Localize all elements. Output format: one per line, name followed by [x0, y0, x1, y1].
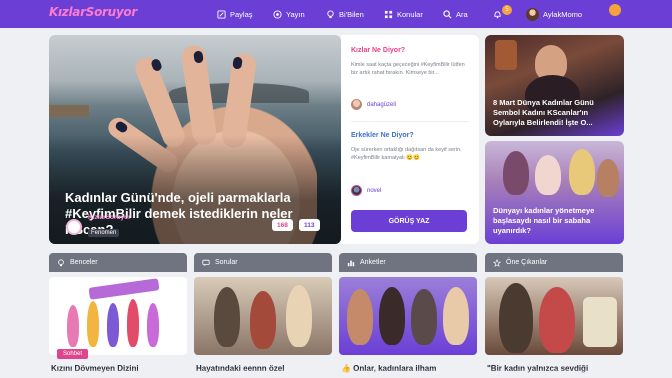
nav-bibilen[interactable]: Bi'Bilen	[326, 0, 364, 28]
nav-broadcast-label: Yayın	[286, 9, 305, 19]
girls-count-badge: 168	[272, 219, 293, 231]
nav-topics-label: Konular	[397, 9, 423, 19]
opinions-panel: Kızlar Ne Diyor? Kimle saat kaçta geçece…	[341, 35, 479, 244]
bulb-icon	[58, 258, 64, 266]
edit-icon	[217, 9, 226, 19]
photo-person	[499, 283, 533, 353]
boys-heading: Erkekler Ne Diyor?	[351, 132, 414, 139]
illustration-person	[67, 305, 79, 347]
category-image[interactable]	[49, 277, 187, 355]
nav-topics[interactable]: Konular	[384, 0, 423, 28]
bottom-fade	[0, 368, 672, 378]
nav-search[interactable]: Ara	[443, 0, 468, 28]
user-menu[interactable]: AylakMomo	[526, 0, 582, 28]
hero-image-dock	[49, 105, 89, 117]
grid-icon	[384, 10, 393, 18]
site-logo[interactable]: KızlarSoruyor	[49, 5, 137, 19]
banner-shape	[88, 278, 160, 300]
username: AylakMomo	[543, 9, 583, 19]
category-header[interactable]: Anketler	[339, 253, 477, 272]
top-navbar: KızlarSoruyor Paylaş Yayın Bi'Bilen Konu…	[0, 0, 672, 28]
girls-heading: Kızlar Ne Diyor?	[351, 47, 406, 54]
avatar	[351, 185, 362, 196]
featured-card[interactable]: 8 Mart Dünya Kadınlar Günü Sembol Kadını…	[485, 35, 624, 136]
category-image[interactable]	[194, 277, 332, 355]
hero-author[interactable]: KızlarSoruyor Fenomen	[66, 214, 131, 239]
author-name: KızlarSoruyor	[88, 214, 131, 221]
girls-username: dahagüzeli	[367, 101, 397, 108]
card-photo-person	[569, 149, 595, 195]
nav-share[interactable]: Paylaş	[217, 0, 253, 28]
category-image[interactable]	[339, 277, 477, 355]
girls-user[interactable]: dahagüzeli	[351, 99, 396, 110]
write-opinion-button[interactable]: GÖRÜŞ YAZ	[351, 210, 467, 232]
photo-person	[214, 287, 240, 347]
photo-person	[286, 285, 312, 347]
illustration-person	[127, 299, 139, 347]
boys-count-badge: 113	[299, 219, 320, 231]
notification-badge: 5	[502, 5, 512, 15]
bulb-icon	[327, 9, 334, 18]
photo-person	[539, 287, 575, 353]
hero-card[interactable]: Kadınlar Günü'nde, ojeli parmaklarla #Ke…	[49, 35, 341, 244]
avatar	[66, 218, 82, 235]
category-tag[interactable]: Sohbet	[57, 349, 89, 359]
girls-comment[interactable]: Kimle saat kaçta geçeceğini #KeyfimBilir…	[351, 61, 471, 77]
nav-bibilen-label: Bi'Bilen	[339, 9, 364, 19]
bar-chart-icon	[347, 260, 355, 266]
author-role-badge: Fenomen	[88, 229, 120, 237]
category-header[interactable]: Sorular	[194, 253, 332, 272]
illustration-person	[147, 303, 159, 347]
boys-username: novel	[367, 187, 382, 194]
photo-person	[443, 287, 469, 345]
photo-person	[250, 291, 276, 349]
category-label: Öne Çıkanlar	[506, 259, 548, 266]
featured-card[interactable]: Dünyayı kadınlar yönetmeye başlasaydı na…	[485, 141, 624, 244]
card-photo-person	[535, 155, 561, 195]
category-label: Sorular	[215, 259, 238, 266]
author-info: KızlarSoruyor Fenomen	[88, 214, 131, 239]
illustration-person	[87, 301, 99, 347]
photo-flowers	[583, 297, 617, 347]
category-label: Benceler	[70, 259, 98, 266]
card-caption: Dünyayı kadınlar yönetmeye başlasaydı na…	[493, 206, 595, 235]
notifications-button[interactable]	[493, 0, 502, 28]
nav-share-label: Paylaş	[230, 9, 253, 19]
nav-broadcast[interactable]: Yayın	[273, 0, 305, 28]
card-caption: 8 Mart Dünya Kadınlar Günü Sembol Kadını…	[493, 98, 594, 127]
photo-person	[379, 287, 405, 345]
broadcast-icon	[273, 9, 282, 19]
category-label: Anketler	[360, 259, 386, 266]
category-header[interactable]: Öne Çıkanlar	[485, 253, 623, 272]
menu-dot-icon[interactable]	[609, 4, 621, 16]
search-icon	[443, 9, 452, 18]
photo-person	[347, 289, 373, 345]
card-photo-lamp	[495, 40, 517, 70]
category-anketler[interactable]: Anketler 👍 Onlar, kadınlara ilham	[339, 253, 477, 378]
category-header[interactable]: Benceler	[49, 253, 187, 272]
avatar	[351, 99, 362, 110]
category-image[interactable]	[485, 277, 623, 355]
card-photo-person	[597, 159, 619, 197]
avatar	[526, 7, 539, 21]
chat-icon	[202, 259, 210, 266]
card-photo-person	[503, 151, 529, 195]
category-sorular[interactable]: Sorular Hayatındaki eennn özel	[194, 253, 332, 378]
boys-user[interactable]: novel	[351, 185, 381, 196]
bell-icon	[494, 10, 501, 18]
boys-comment[interactable]: Oje sürerken ortaklığı dağıtsan da keyif…	[351, 146, 471, 162]
category-one-cikanlar[interactable]: Öne Çıkanlar "Bir kadın yalnızca sevdiği	[485, 253, 623, 378]
illustration-person	[107, 303, 119, 347]
nav-search-label: Ara	[456, 9, 468, 19]
category-benceler[interactable]: Benceler Sohbet Kızını Dövmeyen Dizini	[49, 253, 187, 378]
photo-person	[411, 289, 437, 345]
star-icon	[493, 258, 501, 267]
divider	[351, 121, 469, 122]
